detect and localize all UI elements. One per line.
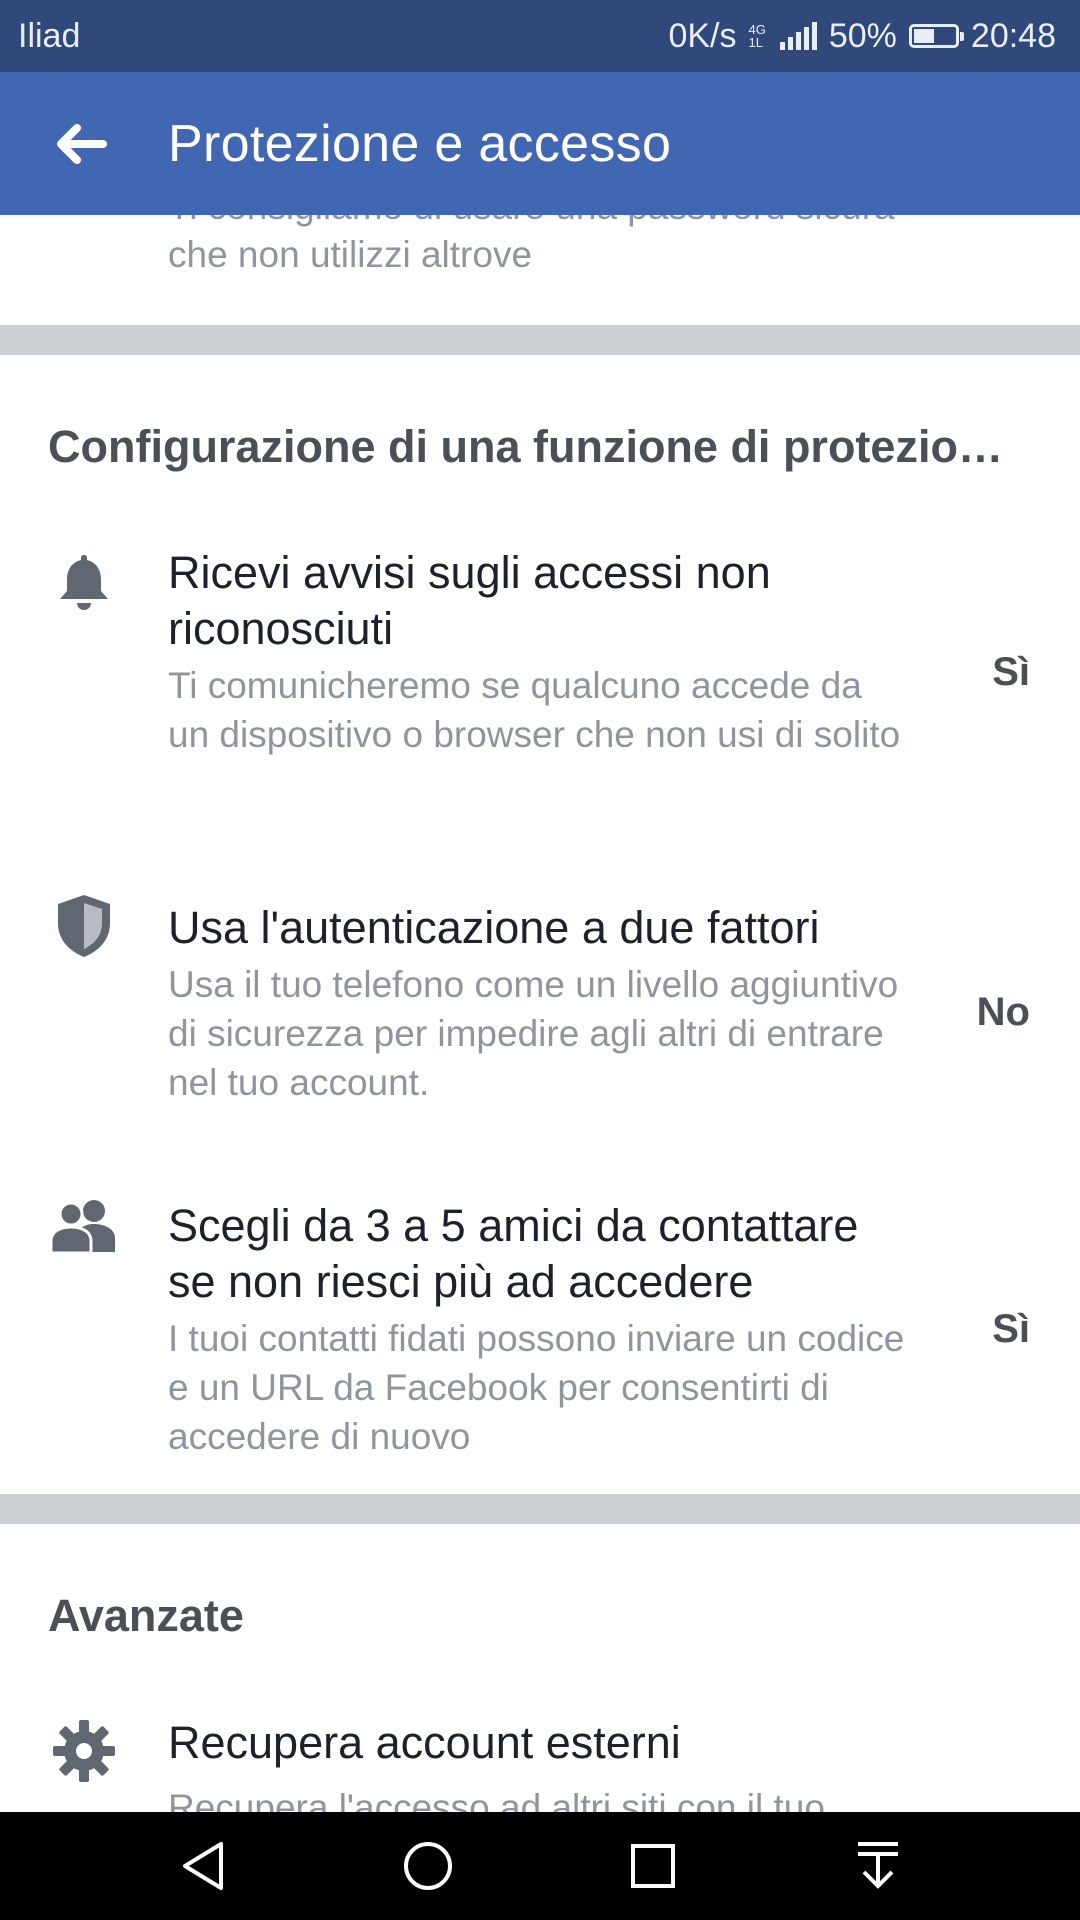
setting-two-factor[interactable]: Usa l'autenticazione a due fattori Usa i… xyxy=(0,890,1080,1130)
setting-status-value: No xyxy=(976,990,1030,1034)
password-hint-partial: Ti consigliamo di usare una password sic… xyxy=(168,215,895,275)
setting-login-alerts[interactable]: Ricevi avvisi sugli accessi non riconosc… xyxy=(0,545,1080,845)
section-title-setup: Configurazione di una funzione di protez… xyxy=(48,421,1028,472)
setting-status-value: Sì xyxy=(992,1307,1030,1351)
arrow-left-icon xyxy=(57,124,107,164)
signal-icon xyxy=(779,22,817,50)
section-title-advanced: Avanzate xyxy=(48,1590,244,1641)
settings-content[interactable]: Ti consigliamo di usare una password sic… xyxy=(0,215,1080,1812)
network-type: 4G 1L xyxy=(748,22,766,50)
section-divider xyxy=(0,325,1080,355)
setting-title: Usa l'autenticazione a due fattori xyxy=(168,902,820,953)
friends-icon xyxy=(48,1190,120,1262)
nav-home-button[interactable] xyxy=(383,1821,473,1911)
section-divider xyxy=(0,1494,1080,1524)
setting-title: Scegli da 3 a 5 amici da contattare se n… xyxy=(168,1200,859,1307)
battery-icon xyxy=(908,24,964,48)
setting-recover-external-accounts[interactable]: Recupera account esterni Recupera l'acce… xyxy=(0,1715,1080,1812)
system-nav-bar xyxy=(0,1812,1080,1920)
setting-description: Usa il tuo telefono come un livello aggi… xyxy=(168,964,899,1103)
nav-back-button[interactable] xyxy=(158,1821,248,1911)
app-header: Protezione e accesso xyxy=(0,72,1080,215)
back-button[interactable] xyxy=(48,115,114,173)
clock: 20:48 xyxy=(970,16,1056,55)
shield-icon xyxy=(48,890,120,962)
status-bar: Iliad 0K/s 4G 1L 50% 20:48 xyxy=(0,0,1080,72)
carrier-label: Iliad xyxy=(18,16,81,55)
setting-status-value: Sì xyxy=(992,650,1030,694)
home-circle-icon xyxy=(403,1842,452,1890)
setting-title: Ricevi avvisi sugli accessi non riconosc… xyxy=(168,547,771,654)
gear-icon xyxy=(48,1715,120,1787)
setting-description: Ti comunicheremo se qualcuno accede da u… xyxy=(168,665,901,755)
nav-notifications-button[interactable] xyxy=(833,1821,923,1911)
setting-title: Recupera account esterni xyxy=(168,1717,681,1768)
back-triangle-icon xyxy=(182,1842,223,1890)
battery-percent: 50% xyxy=(828,16,897,55)
pull-down-icon xyxy=(857,1842,898,1889)
nav-recents-button[interactable] xyxy=(608,1821,698,1911)
recents-square-icon xyxy=(630,1844,675,1888)
page-title: Protezione e accesso xyxy=(168,114,672,173)
status-indicators: 0K/s 4G 1L 50% 20:48 xyxy=(668,17,1056,56)
setting-description: I tuoi contatti fidati possono inviare u… xyxy=(168,1318,905,1457)
network-speed: 0K/s xyxy=(668,16,737,55)
bell-icon xyxy=(48,545,120,617)
setting-description: Recupera l'accesso ad altri siti con il … xyxy=(168,1787,825,1812)
setting-trusted-contacts[interactable]: Scegli da 3 a 5 amici da contattare se n… xyxy=(0,1190,1080,1460)
battery-fill xyxy=(913,29,934,43)
